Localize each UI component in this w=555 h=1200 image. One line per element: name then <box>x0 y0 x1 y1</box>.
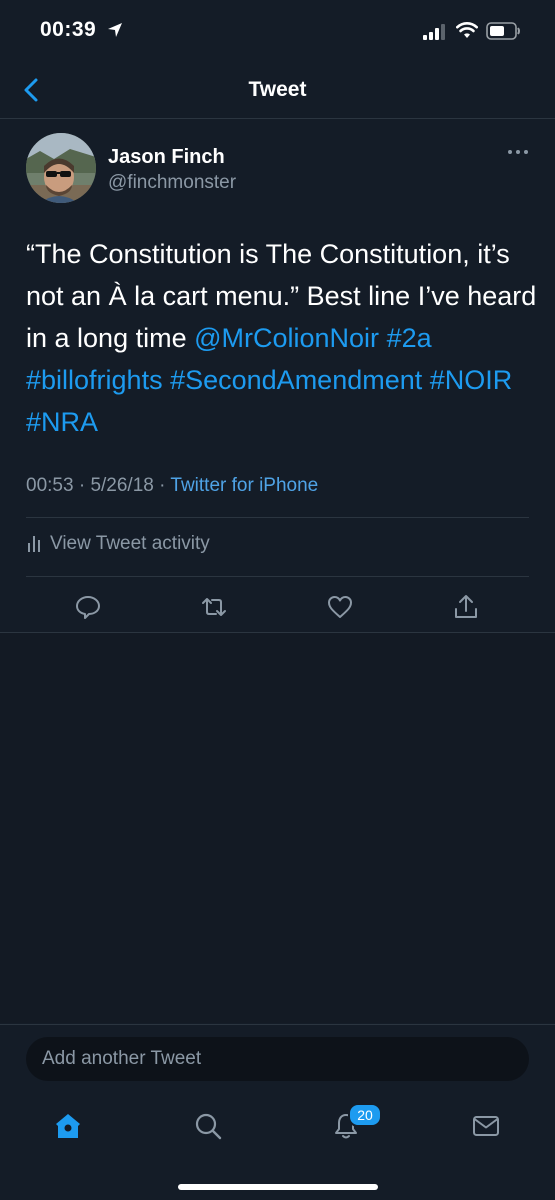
search-icon[interactable] <box>192 1110 224 1142</box>
author-handle[interactable]: @finchmonster <box>108 172 236 194</box>
more-options-icon[interactable] <box>506 145 530 159</box>
reply-compose-bar: Add another Tweet <box>0 1024 555 1095</box>
notifications-badge: 20 <box>348 1103 382 1127</box>
meta-separator: · <box>78 475 86 496</box>
bar-chart-icon <box>28 536 40 552</box>
like-heart-icon[interactable] <box>326 593 354 621</box>
tweet-metadata: 00:53 · 5/26/18 · Twitter for iPhone <box>26 475 318 497</box>
home-icon[interactable] <box>52 1110 84 1142</box>
mention-link[interactable]: @MrColionNoir <box>194 323 379 353</box>
tweet-detail: Jason Finch @finchmonster “The Constitut… <box>0 119 555 633</box>
meta-separator: · <box>159 475 166 496</box>
divider <box>26 576 529 577</box>
author-name[interactable]: Jason Finch <box>108 146 225 169</box>
location-arrow-icon <box>108 23 122 37</box>
wifi-icon <box>456 22 478 38</box>
hashtag-link[interactable]: #NOIR <box>430 365 513 395</box>
view-activity-button[interactable]: View Tweet activity <box>28 533 210 555</box>
battery-icon <box>486 22 520 40</box>
tab-bar: 20 <box>0 1094 555 1200</box>
messages-envelope-icon[interactable] <box>470 1110 502 1142</box>
home-indicator <box>178 1184 378 1190</box>
hashtag-link[interactable]: #SecondAmendment <box>170 365 422 395</box>
share-icon[interactable] <box>452 593 480 621</box>
tweet-source-link[interactable]: Twitter for iPhone <box>170 475 318 496</box>
add-tweet-input[interactable]: Add another Tweet <box>26 1037 529 1081</box>
view-activity-label: View Tweet activity <box>50 533 210 554</box>
tweet-time: 00:53 <box>26 475 74 496</box>
hashtag-link[interactable]: #NRA <box>26 407 98 437</box>
retweet-icon[interactable] <box>200 593 228 621</box>
navigation-bar: Tweet <box>0 62 555 119</box>
empty-replies-area <box>0 633 555 1023</box>
page-title: Tweet <box>248 78 307 101</box>
avatar[interactable] <box>26 133 96 203</box>
divider <box>26 517 529 518</box>
tweet-text: “The Constitution is The Constitution, i… <box>26 233 541 443</box>
add-tweet-placeholder: Add another Tweet <box>42 1048 202 1069</box>
cellular-signal-icon <box>423 24 445 40</box>
reply-icon[interactable] <box>74 593 102 621</box>
hashtag-link[interactable]: #billofrights <box>26 365 163 395</box>
status-time: 00:39 <box>40 18 97 41</box>
tweet-date: 5/26/18 <box>90 475 154 496</box>
status-bar: 00:39 <box>0 0 555 62</box>
hashtag-link[interactable]: #2a <box>387 323 432 353</box>
